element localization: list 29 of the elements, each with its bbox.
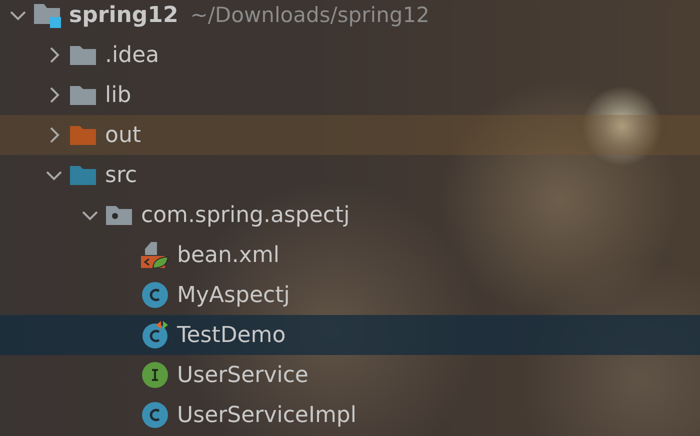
- tree-row[interactable]: UserService: [0, 355, 700, 395]
- runnable-class-icon: [141, 321, 169, 349]
- file-name: UserServiceImpl: [177, 402, 356, 428]
- selected-tree-row[interactable]: TestDemo: [0, 315, 700, 355]
- file-name: com.spring.aspectj: [141, 202, 350, 228]
- class-icon: [141, 401, 169, 429]
- tree-row[interactable]: MyAspectj: [0, 275, 700, 315]
- class-icon: [141, 281, 169, 309]
- interface-icon: [141, 361, 169, 389]
- excluded-tree-row[interactable]: out: [0, 115, 700, 155]
- project-path: ~/Downloads/spring12: [190, 3, 430, 27]
- file-name: bean.xml: [177, 242, 280, 268]
- tree-row[interactable]: bean.xml: [0, 235, 700, 275]
- tree-row[interactable]: spring12 ~/Downloads/spring12: [0, 0, 700, 35]
- file-name: spring12: [69, 2, 178, 28]
- module-folder-icon: [33, 1, 61, 29]
- tree-row[interactable]: lib: [0, 75, 700, 115]
- tree-row[interactable]: com.spring.aspectj: [0, 195, 700, 235]
- tree-row[interactable]: .idea: [0, 35, 700, 75]
- file-name: UserService: [177, 362, 308, 388]
- tree-row[interactable]: UserServiceImpl: [0, 395, 700, 435]
- file-name: src: [105, 162, 138, 188]
- file-name: .idea: [105, 42, 160, 68]
- tree-row[interactable]: src: [0, 155, 700, 195]
- file-name: lib: [105, 82, 132, 108]
- file-name: MyAspectj: [177, 282, 290, 308]
- file-name: TestDemo: [177, 322, 286, 348]
- file-name: out: [105, 122, 142, 148]
- xml-leaf-icon: [141, 241, 169, 269]
